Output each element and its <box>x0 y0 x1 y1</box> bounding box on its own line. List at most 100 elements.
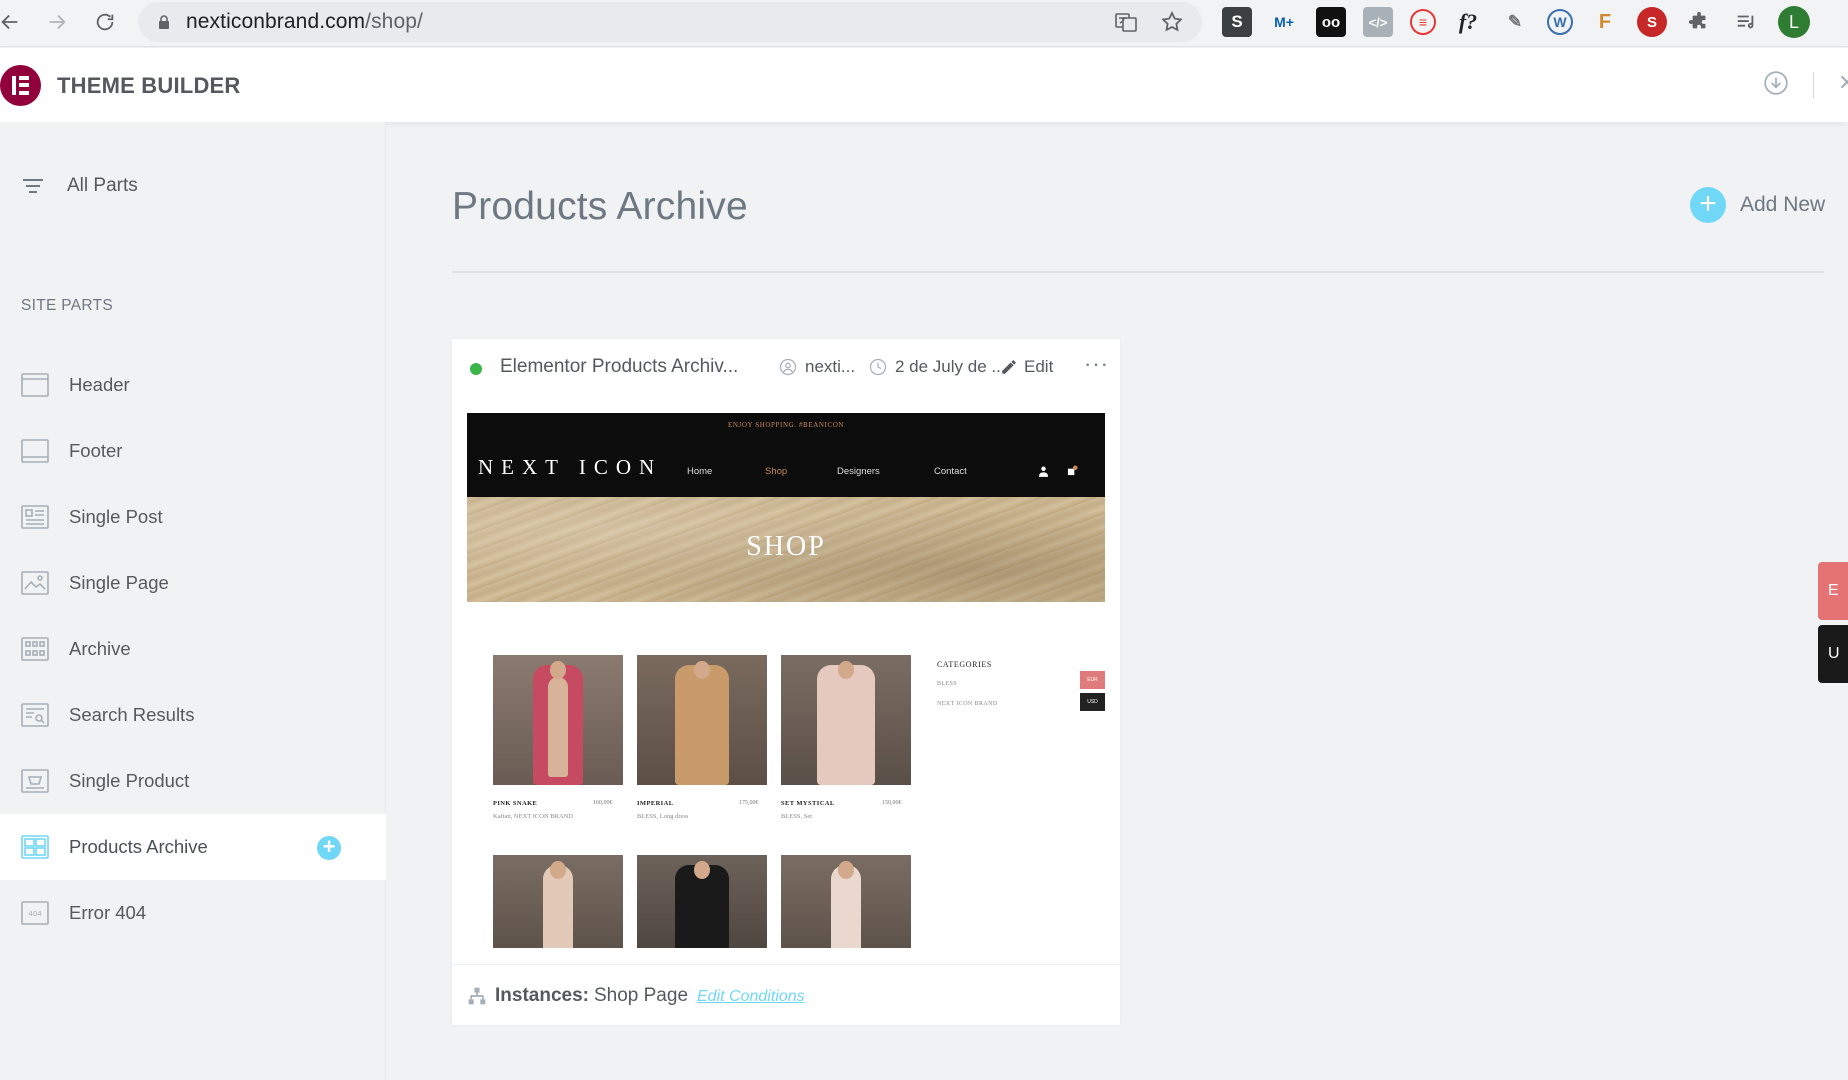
instances-label: Instances: <box>495 985 589 1006</box>
sidebar-item-products-archive[interactable]: Products Archive + <box>0 814 386 880</box>
star-icon[interactable] <box>1160 10 1184 34</box>
hierarchy-icon <box>468 987 486 1005</box>
sidebar-item-single-product[interactable]: Single Product <box>0 748 386 814</box>
extension-seo-icon[interactable]: S <box>1637 7 1667 37</box>
status-active-dot <box>470 363 482 375</box>
search-results-icon <box>21 703 49 727</box>
extension-oo-icon[interactable]: oo <box>1316 7 1346 37</box>
product-image <box>493 655 623 785</box>
sidebar-item-error-404[interactable]: 404 Error 404 <box>0 880 386 946</box>
edit-conditions-link[interactable]: Edit Conditions <box>697 988 805 1006</box>
close-icon[interactable]: ✕ <box>1838 70 1848 96</box>
extension-f-icon[interactable]: F <box>1590 7 1620 37</box>
side-tab-u[interactable]: U <box>1818 625 1848 683</box>
product-price: 160,00€ <box>593 800 613 806</box>
add-new-button[interactable]: + Add New <box>1690 187 1825 223</box>
add-template-button[interactable]: + <box>317 836 341 860</box>
template-preview[interactable]: ENJOY SHOPPING. #BEANICON NEXT ICON Home… <box>467 413 1105 948</box>
sidebar-item-footer[interactable]: Footer <box>0 418 386 484</box>
sidebar-item-archive[interactable]: Archive <box>0 616 386 682</box>
url-text: nexticonbrand.com/shop/ <box>186 10 423 33</box>
reading-list-icon[interactable] <box>1731 7 1761 37</box>
instances-value: Shop Page <box>593 985 689 1006</box>
side-tab-e[interactable]: E <box>1818 562 1848 620</box>
filter-lines-icon <box>23 179 43 193</box>
preview-category-item: NEXT ICON BRAND <box>937 701 998 707</box>
section-heading: Products Archive <box>452 185 748 228</box>
author-name: nexti... <box>805 357 856 376</box>
preview-logo: NEXT ICON <box>478 455 663 479</box>
sidebar-item-label: Search Results <box>69 704 195 725</box>
extensions-row: S M+ oo </> ≡ f? ✎ W F S L <box>1222 4 1810 40</box>
template-date: 2 de July de ... <box>869 357 1006 377</box>
header-layout-icon <box>21 373 49 397</box>
preview-categories-title: CATEGORIES <box>937 660 992 669</box>
page-title: THEME BUILDER <box>57 73 241 98</box>
sidebar-item-single-page[interactable]: Single Page <box>0 550 386 616</box>
extension-wordpress-icon[interactable]: W <box>1547 9 1573 35</box>
error-404-icon: 404 <box>21 901 49 925</box>
more-options-button[interactable]: ··· <box>1084 351 1109 377</box>
preview-hero-title: SHOP <box>746 531 826 562</box>
preview-navbar: NEXT ICON Home Shop Designers Contact <box>467 438 1105 497</box>
single-product-icon <box>21 769 49 793</box>
product-category: BLESS, Set <box>781 813 813 820</box>
date-text: 2 de July de ... <box>895 357 1006 376</box>
extension-s-icon[interactable]: S <box>1222 7 1252 37</box>
reload-icon <box>96 13 114 31</box>
section-title: SITE PARTS <box>21 297 114 314</box>
clock-icon <box>869 358 887 376</box>
product-category: Kaftan, NEXT ICON BRAND <box>493 813 574 820</box>
preview-menu-designers: Designers <box>837 466 880 477</box>
template-card: Elementor Products Archiv... nexti... 2 … <box>452 339 1120 1025</box>
preview-menu-shop: Shop <box>765 466 788 477</box>
back-button[interactable] <box>0 2 30 42</box>
translate-icon[interactable] <box>1114 10 1138 34</box>
header-divider <box>1813 72 1814 98</box>
address-bar[interactable]: nexticonbrand.com/shop/ <box>138 2 1202 42</box>
sidebar-item-label: Archive <box>69 638 131 659</box>
template-author: nexti... <box>779 357 855 377</box>
user-icon <box>779 358 797 376</box>
heading-divider <box>452 271 1824 273</box>
svg-text:404: 404 <box>28 910 42 918</box>
sidebar-item-single-post[interactable]: Single Post <box>0 484 386 550</box>
sidebar-item-label: All Parts <box>67 175 138 196</box>
product-name: IMPERIAL <box>637 800 674 807</box>
sidebar-item-label: Single Product <box>69 770 190 791</box>
preview-menu-contact: Contact <box>934 466 967 477</box>
extensions-puzzle-icon[interactable] <box>1684 7 1714 37</box>
sidebar-item-search-results[interactable]: Search Results <box>0 682 386 748</box>
products-archive-icon <box>21 835 49 859</box>
footer-layout-icon <box>21 439 49 463</box>
arrow-right-icon <box>49 14 66 30</box>
forward-button[interactable] <box>37 2 77 42</box>
arrow-left-icon <box>1 14 18 30</box>
download-icon[interactable] <box>1763 70 1789 96</box>
extension-red-circle-icon[interactable]: ≡ <box>1410 9 1436 35</box>
product-name: SET MYSTICAL <box>781 800 835 807</box>
extension-font-icon[interactable]: f? <box>1453 7 1483 37</box>
extension-movistar-icon[interactable]: M+ <box>1269 7 1299 37</box>
lock-icon <box>159 15 169 29</box>
pencil-icon <box>1002 360 1016 374</box>
preview-hero-banner: SHOP <box>467 497 1105 602</box>
edit-button[interactable]: Edit <box>1000 357 1053 377</box>
sidebar: All Parts SITE PARTS Header Footer Singl… <box>0 122 386 1080</box>
instances: Instances: Shop Page <box>467 985 688 1007</box>
product-image <box>781 855 911 948</box>
extension-eyedropper-icon[interactable]: ✎ <box>1500 7 1530 37</box>
extension-code-icon[interactable]: </> <box>1363 7 1393 37</box>
preview-topbar: ENJOY SHOPPING. #BEANICON <box>467 413 1105 438</box>
profile-avatar[interactable]: L <box>1778 6 1810 38</box>
product-price: 150,00€ <box>882 800 902 806</box>
sidebar-item-header[interactable]: Header <box>0 352 386 418</box>
archive-grid-icon <box>21 637 49 661</box>
sidebar-item-all-parts[interactable]: All Parts <box>21 174 138 198</box>
browser-toolbar: nexticonbrand.com/shop/ S M+ oo </> ≡ f?… <box>0 0 1848 47</box>
reload-button[interactable] <box>85 2 125 42</box>
card-header: Elementor Products Archiv... nexti... 2 … <box>452 339 1120 395</box>
sidebar-item-label: Footer <box>69 440 123 461</box>
sidebar-item-label: Header <box>69 374 130 395</box>
edit-label: Edit <box>1024 357 1054 376</box>
